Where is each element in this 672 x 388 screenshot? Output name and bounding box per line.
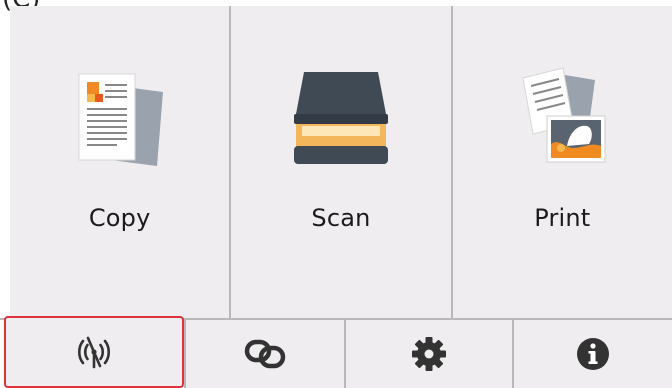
copy-tile[interactable]: Copy: [10, 6, 229, 318]
wireless-off-icon: [74, 332, 114, 372]
scan-tile[interactable]: Scan: [229, 6, 450, 318]
connection-button[interactable]: [184, 320, 344, 388]
function-tiles: Copy Scan Print: [10, 6, 672, 318]
printer-home-screen: (C): [0, 0, 672, 388]
info-icon: [575, 336, 611, 372]
copy-label: Copy: [88, 204, 151, 232]
scanner-icon: [286, 64, 396, 174]
information-button[interactable]: [512, 320, 672, 388]
wireless-lan-button[interactable]: [4, 316, 184, 388]
bottom-toolbar: [0, 316, 672, 388]
print-label: Print: [534, 204, 591, 232]
copy-document-icon: [65, 64, 175, 174]
scan-label: Scan: [311, 204, 371, 232]
setup-button[interactable]: [344, 320, 512, 388]
gear-icon: [410, 335, 448, 373]
print-photo-icon: [507, 64, 617, 174]
print-tile[interactable]: Print: [450, 6, 672, 318]
link-icon: [243, 336, 287, 372]
